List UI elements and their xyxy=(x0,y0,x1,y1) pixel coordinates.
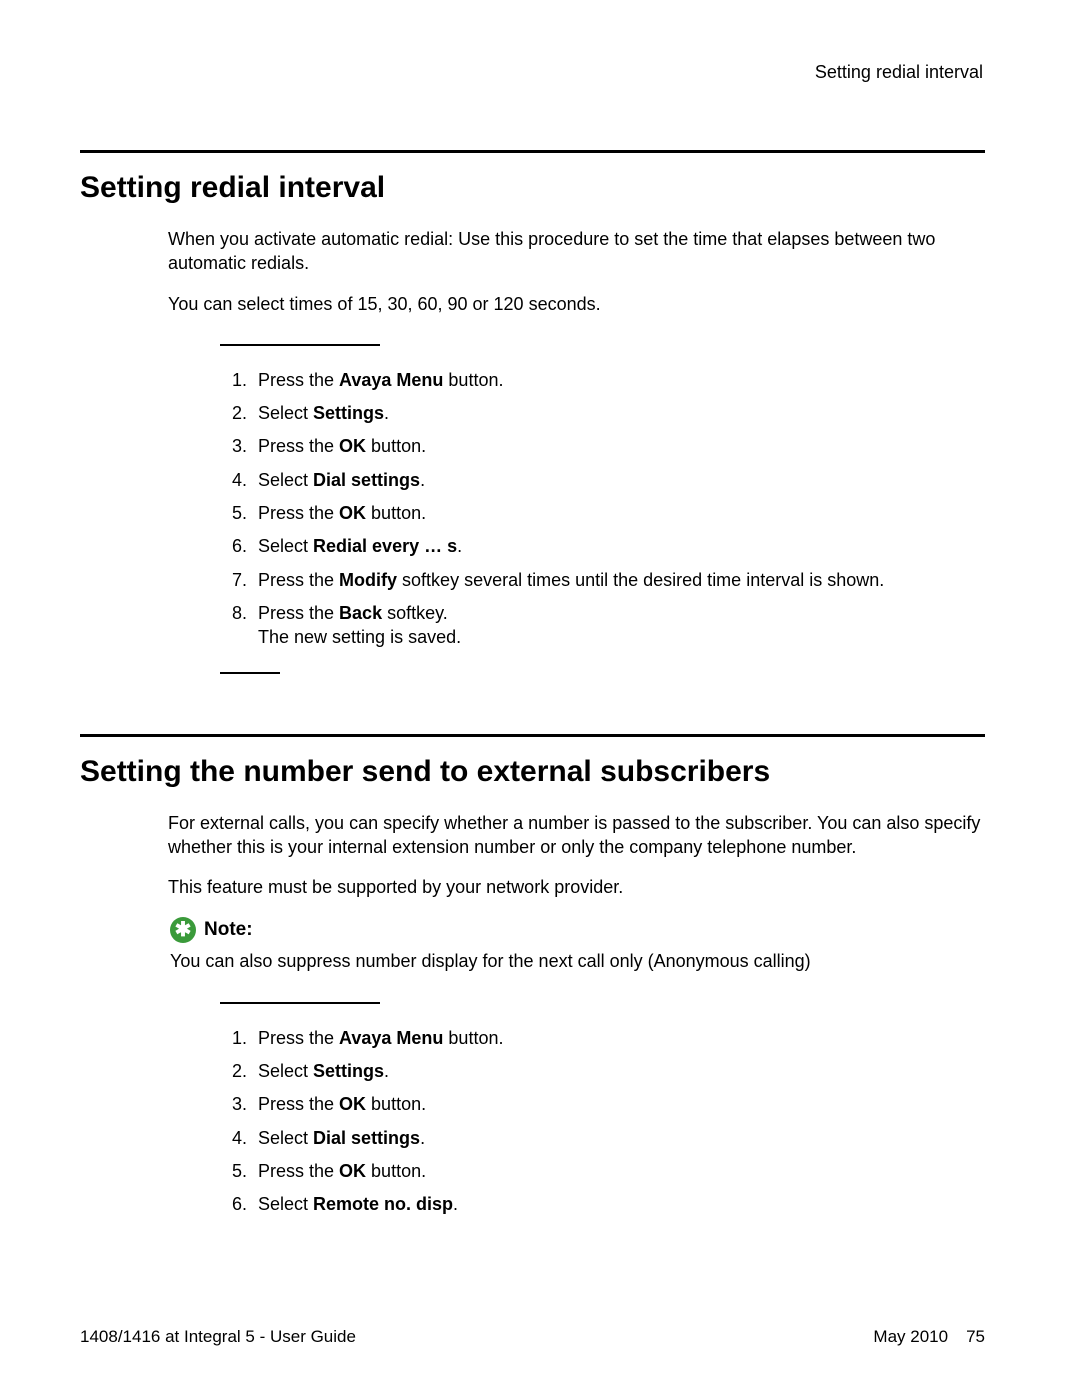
paragraph: You can select times of 15, 30, 60, 90 o… xyxy=(168,292,985,316)
steps-list-1: Press the Avaya Menu button. Select Sett… xyxy=(252,368,985,650)
steps-list-2: Press the Avaya Menu button. Select Sett… xyxy=(252,1026,985,1217)
section-heading-redial: Setting redial interval xyxy=(80,171,985,205)
step: Select Settings. xyxy=(252,1059,985,1083)
step: Select Dial settings. xyxy=(252,1126,985,1150)
steps-divider xyxy=(220,344,380,346)
step: Select Dial settings. xyxy=(252,468,985,492)
step: Press the Avaya Menu button. xyxy=(252,1026,985,1050)
section2-body: For external calls, you can specify whet… xyxy=(168,811,985,900)
step: Select Remote no. disp. xyxy=(252,1192,985,1216)
running-header: Setting redial interval xyxy=(815,62,983,83)
note-text: You can also suppress number display for… xyxy=(170,949,985,973)
paragraph: For external calls, you can specify whet… xyxy=(168,811,985,860)
footer-doc-title: 1408/1416 at Integral 5 - User Guide xyxy=(80,1327,356,1347)
step: Select Redial every … s. xyxy=(252,534,985,558)
step: Press the OK button. xyxy=(252,501,985,525)
step: Press the OK button. xyxy=(252,1092,985,1116)
steps-end-divider xyxy=(220,672,280,674)
footer-date: May 2010 xyxy=(873,1327,948,1347)
note-label: Note: xyxy=(204,919,253,941)
step: Press the Avaya Menu button. xyxy=(252,368,985,392)
section-heading-number-send: Setting the number send to external subs… xyxy=(80,755,985,789)
step: Press the OK button. xyxy=(252,1159,985,1183)
note-star-icon: ✱ xyxy=(170,917,196,943)
section1-body: When you activate automatic redial: Use … xyxy=(168,227,985,316)
section-divider xyxy=(80,734,985,737)
step: Press the Back softkey.The new setting i… xyxy=(252,601,985,650)
paragraph: This feature must be supported by your n… xyxy=(168,875,985,899)
steps-divider xyxy=(220,1002,380,1004)
step: Press the Modify softkey several times u… xyxy=(252,568,985,592)
step: Press the OK button. xyxy=(252,434,985,458)
step: Select Settings. xyxy=(252,401,985,425)
page-footer: 1408/1416 at Integral 5 - User Guide May… xyxy=(80,1327,985,1347)
paragraph: When you activate automatic redial: Use … xyxy=(168,227,985,276)
note-block: ✱ Note: You can also suppress number dis… xyxy=(170,917,985,973)
section-divider xyxy=(80,150,985,153)
footer-page-number: 75 xyxy=(966,1327,985,1347)
